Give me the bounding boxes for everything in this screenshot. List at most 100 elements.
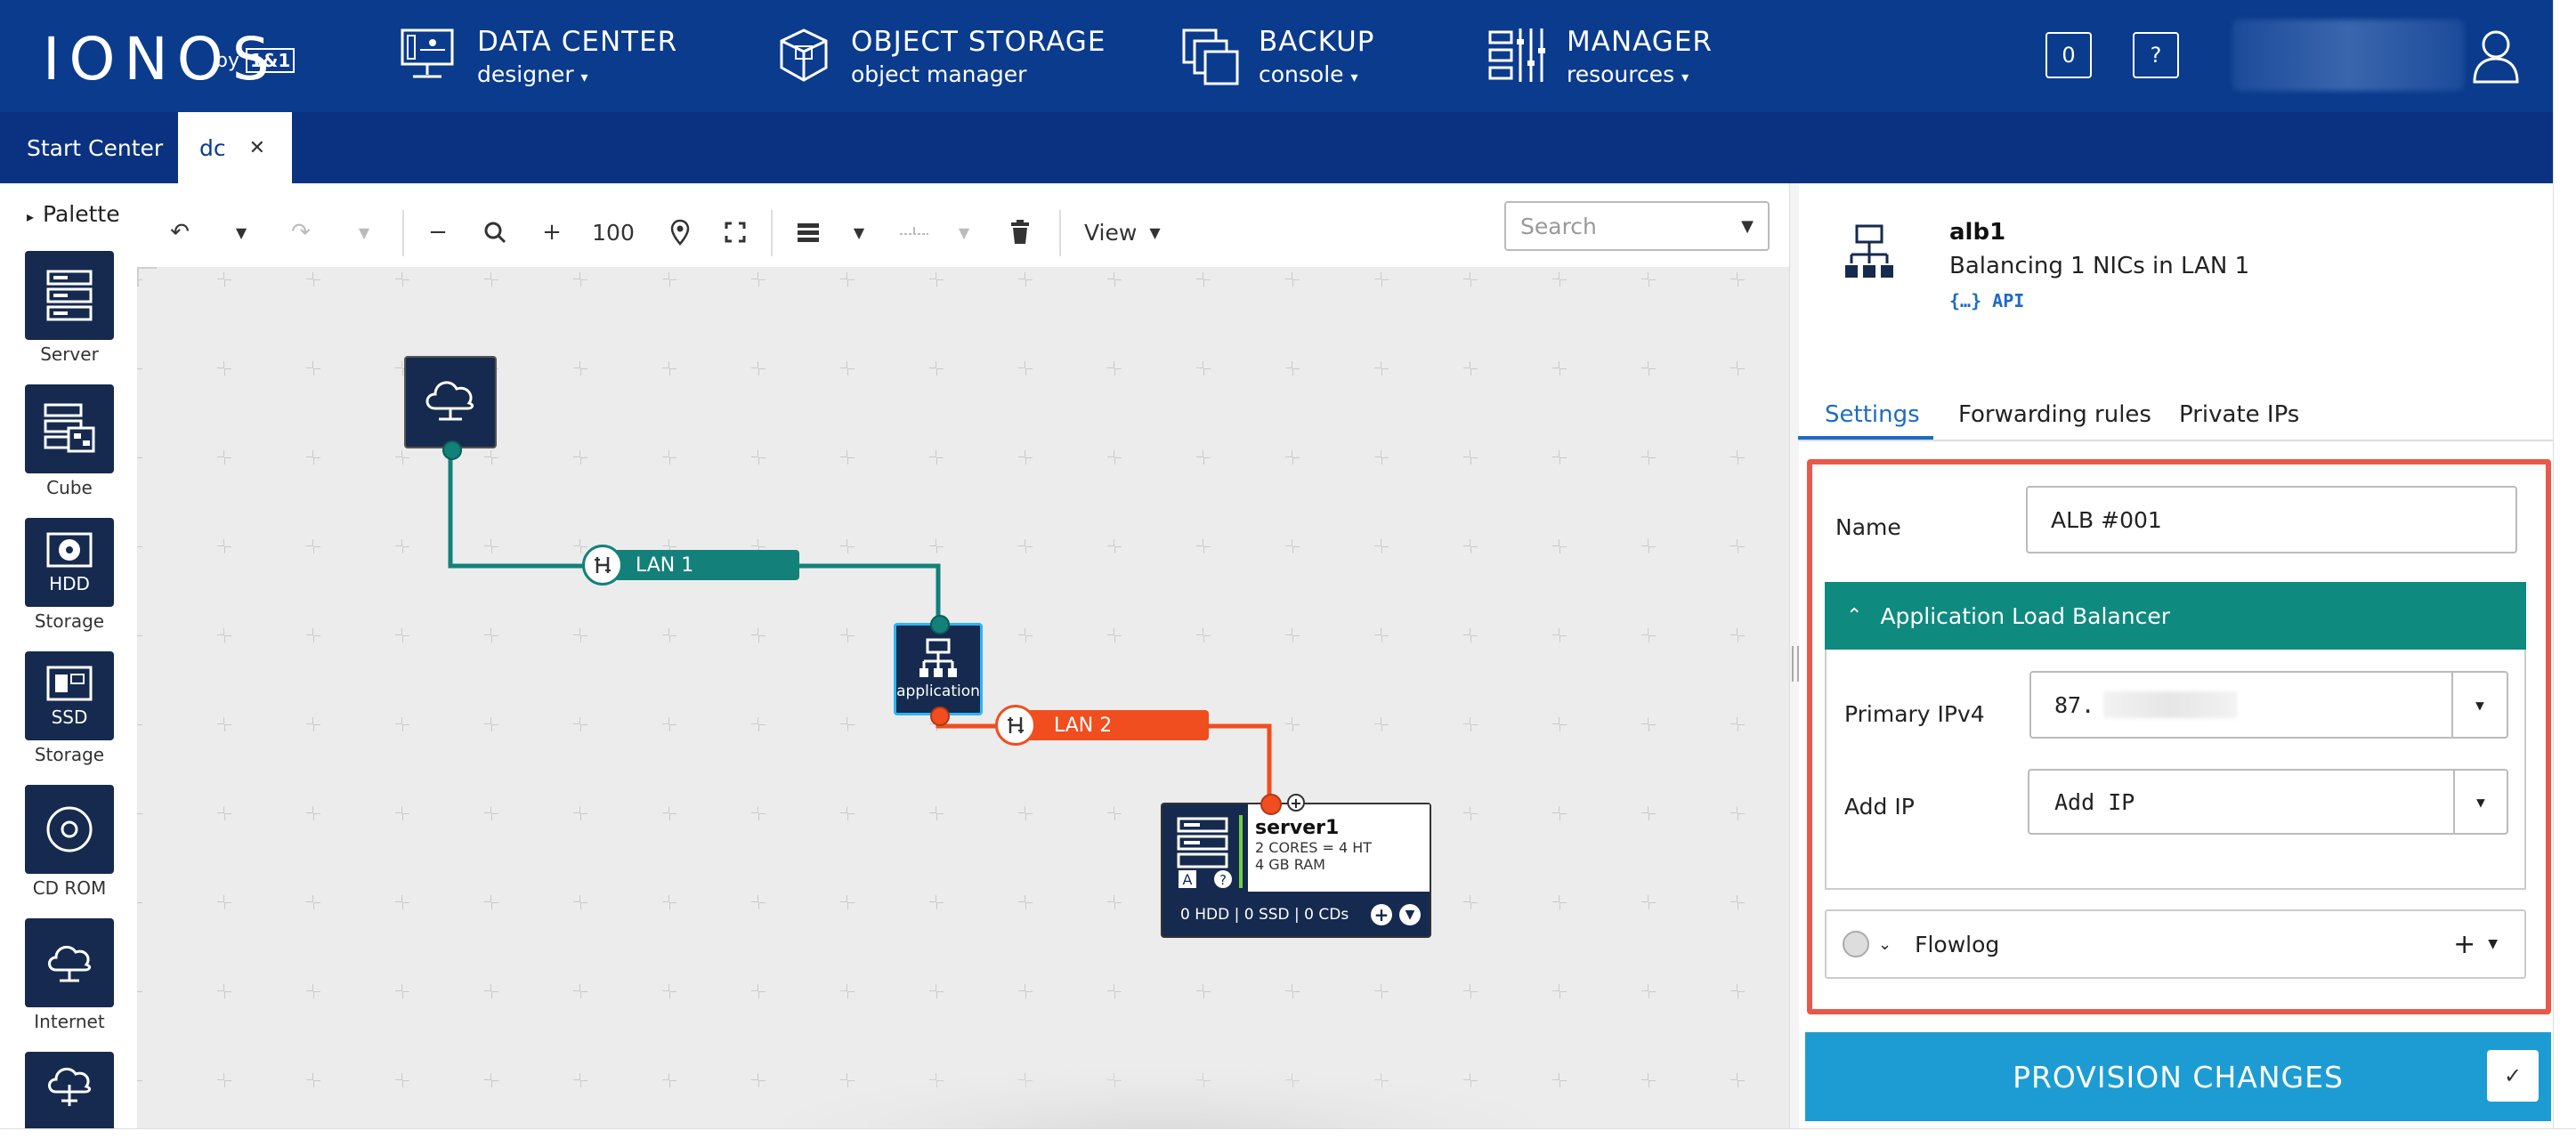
palette-item-hdd-storage[interactable]: HDD Storage <box>25 518 114 633</box>
flowlog-section[interactable]: ⌄ Flowlog + ▼ <box>1825 909 2526 979</box>
redo-dropdown[interactable]: ▼ <box>351 212 377 253</box>
delete-button[interactable] <box>1002 212 1038 253</box>
caret-down-icon[interactable]: ▼ <box>2453 771 2507 833</box>
search-icon <box>484 222 506 244</box>
caret-down-icon[interactable]: ▼ <box>2451 673 2507 737</box>
layout-dropdown[interactable]: ▼ <box>846 212 872 253</box>
user-name-redacted <box>2232 20 2464 91</box>
server-icon <box>46 270 93 321</box>
palette-item-cd-rom[interactable]: CD ROM <box>25 785 114 900</box>
add-ip-select[interactable]: Add IP ▼ <box>2028 769 2508 835</box>
caret-right-icon: ▸ <box>27 208 35 225</box>
name-input[interactable]: ALB #001 <box>2026 486 2517 553</box>
alb-node-label: application <box>896 683 980 700</box>
undo-button[interactable]: ↶ <box>162 212 198 253</box>
api-link[interactable]: {…} API <box>1949 290 2024 311</box>
chevron-down-icon: ▾ <box>580 68 588 85</box>
chevron-down-icon: ▾ <box>1350 68 1358 85</box>
palette-item-label: Server <box>40 343 99 365</box>
nav-backup-console[interactable]: BACKUP console ▾ <box>1180 16 1374 96</box>
nav-title: BACKUP <box>1259 25 1375 58</box>
tab-settings[interactable]: Settings <box>1825 388 1920 441</box>
view-menu[interactable]: View ▼ <box>1084 212 1173 253</box>
application-load-balancer-node[interactable]: application <box>894 623 983 715</box>
application-load-balancer-accordion[interactable]: ⌃ Application Load Balancer <box>1825 582 2526 650</box>
toolbar-divider <box>771 210 773 256</box>
check-icon: ✓ <box>2503 1063 2523 1088</box>
view-label: View <box>1084 219 1138 246</box>
add-storage-button[interactable]: + <box>1371 904 1392 925</box>
notifications-counter-button[interactable]: 0 <box>2045 32 2092 78</box>
server-cores: 2 CORES = 4 HT <box>1255 839 1373 856</box>
close-icon[interactable]: ✕ <box>249 137 265 159</box>
nav-manager-resources[interactable]: MANAGER resources ▾ <box>1488 16 1713 96</box>
connector-dot[interactable] <box>442 440 462 460</box>
map-pin-icon <box>670 219 690 246</box>
connector-dot[interactable] <box>930 707 950 726</box>
connector-dot[interactable] <box>1260 794 1282 815</box>
nav-object-storage[interactable]: OBJECT STORAGE object manager <box>773 16 1106 96</box>
chevron-down-icon: ▾ <box>1681 68 1689 85</box>
internet-icon <box>48 945 92 982</box>
locate-button[interactable] <box>662 212 698 253</box>
connector-dot[interactable] <box>930 615 950 634</box>
tab-bar <box>0 112 2576 183</box>
user-avatar-icon[interactable] <box>2471 27 2521 84</box>
palette-item-partial[interactable] <box>25 1052 114 1128</box>
palette-item-label: Cube <box>46 477 93 498</box>
primary-ipv4-select[interactable]: 87. ▼ <box>2029 671 2508 739</box>
palette-toggle[interactable]: ▸ Palette <box>27 201 120 227</box>
nav-subtitle: designer <box>477 61 574 87</box>
server-details: server1 2 CORES = 4 HT 4 GB RAM <box>1248 804 1430 892</box>
zoom-level[interactable]: 100 <box>591 212 636 253</box>
connector-button[interactable] <box>894 212 935 253</box>
zoom-out-button[interactable]: − <box>420 212 456 253</box>
zoom-in-button[interactable]: + <box>534 212 570 253</box>
connector-dropdown[interactable]: ▼ <box>951 212 977 253</box>
nav-data-center-designer[interactable]: DATA CENTER designer ▾ <box>399 16 677 96</box>
add-flowlog-button[interactable]: + <box>2453 929 2475 960</box>
palette-item-internet[interactable]: Internet <box>25 918 114 1033</box>
search-select[interactable]: Search ▼ <box>1504 201 1770 251</box>
palette-item-label: Storage <box>34 610 105 632</box>
lan-switch-icon <box>995 705 1036 746</box>
expand-server-button[interactable]: ▼ <box>1399 904 1421 925</box>
add-nic-button[interactable]: + <box>1287 794 1305 812</box>
caret-down-icon[interactable]: ▼ <box>2488 937 2498 951</box>
palette-item-cube[interactable]: Cube <box>25 384 114 499</box>
palette-item-server[interactable]: Server <box>25 251 114 366</box>
layout-list-button[interactable] <box>790 212 826 253</box>
nav-title: DATA CENTER <box>477 25 678 58</box>
logo-byline: by 1&1 <box>215 48 296 73</box>
internet-icon <box>425 381 474 421</box>
fit-to-screen-button[interactable] <box>717 212 753 253</box>
tab-dc[interactable]: dc ✕ <box>178 112 293 183</box>
primary-ipv4-value: 87. <box>2054 691 2095 718</box>
nav-title: MANAGER <box>1567 25 1713 58</box>
tab-start-center[interactable]: Start Center <box>27 112 163 183</box>
undo-dropdown[interactable]: ▼ <box>228 212 255 253</box>
object-storage-icon <box>780 28 828 82</box>
provision-changes-button[interactable]: PROVISION CHANGES <box>1805 1032 2551 1121</box>
provision-confirm-checkbox[interactable]: ✓ <box>2487 1050 2539 1102</box>
window-edge <box>0 1128 2576 1147</box>
tab-forwarding-rules[interactable]: Forwarding rules <box>1958 388 2151 441</box>
designer-canvas[interactable]: LAN 1 application LAN 2 A ? server1 2 CO… <box>137 267 1789 1130</box>
palette-item-ssd-storage[interactable]: SSD Storage <box>25 651 114 766</box>
active-tab-indicator <box>1798 436 1933 440</box>
help-button[interactable]: ? <box>2133 32 2179 78</box>
nav-subtitle: resources <box>1567 61 1675 87</box>
connector-icon <box>900 227 928 235</box>
server-node[interactable]: A ? server1 2 CORES = 4 HT 4 GB RAM 0 HD… <box>1161 803 1431 938</box>
lan2-name: LAN 2 <box>1054 714 1113 737</box>
chevron-down-icon[interactable]: ⌄ <box>1878 935 1891 954</box>
redo-button[interactable]: ↷ <box>283 212 319 253</box>
tab-private-ips[interactable]: Private IPs <box>2179 388 2299 441</box>
redo-icon: ↷ <box>291 219 311 246</box>
internet-node[interactable] <box>404 356 497 448</box>
nav-title: OBJECT STORAGE <box>851 25 1106 58</box>
caret-down-icon: ▼ <box>235 223 247 241</box>
backup-icon <box>1182 28 1239 85</box>
add-ip-value: Add IP <box>2054 788 2135 815</box>
zoom-search-button[interactable] <box>477 212 513 253</box>
